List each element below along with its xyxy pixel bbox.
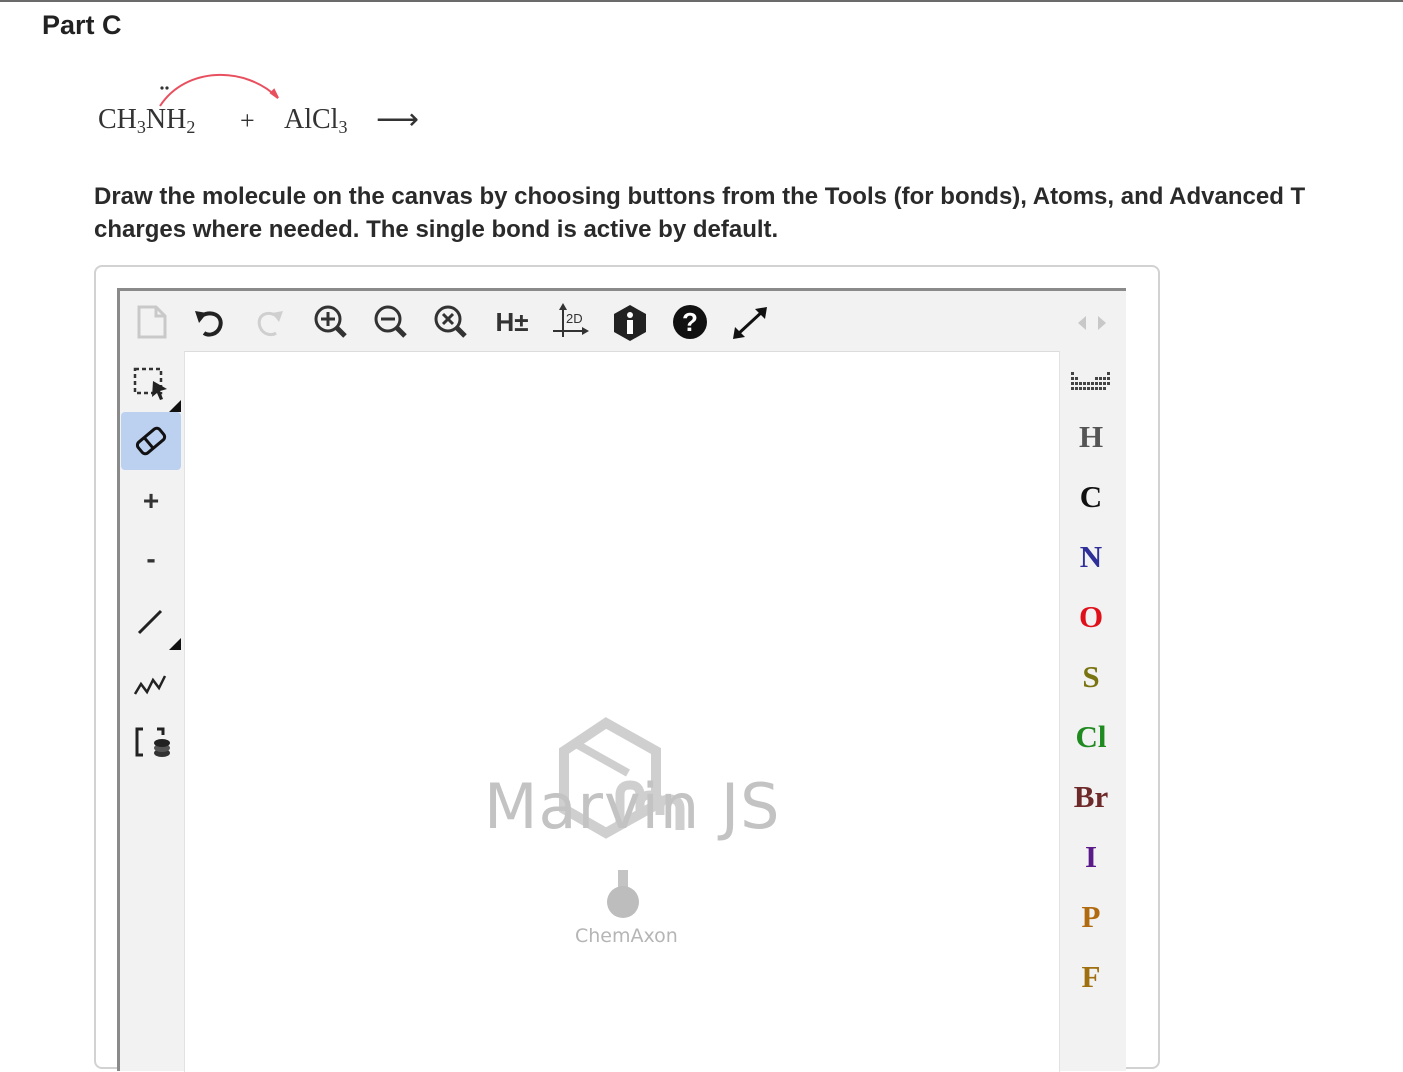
redo-icon[interactable] (250, 302, 290, 342)
zoom-out-icon[interactable] (368, 300, 414, 344)
clean-2d-label: 2D (566, 311, 583, 326)
new-document-icon[interactable] (132, 302, 172, 342)
atom-button-n[interactable]: N (1062, 532, 1120, 582)
chemaxon-flask-icon (607, 870, 639, 918)
sgroup-bracket-button[interactable] (121, 714, 181, 772)
info-icon[interactable] (610, 302, 650, 344)
hydrogen-toggle-button[interactable]: H± (490, 302, 534, 342)
zoom-in-icon[interactable] (308, 300, 354, 344)
help-icon[interactable]: ? (670, 302, 710, 342)
marvin-brand-text: Marvin JS (484, 770, 781, 843)
instructions-line-1: Draw the molecule on the canvas by choos… (94, 183, 1306, 210)
atom-button-cl[interactable]: Cl (1062, 712, 1120, 762)
atom-button-s[interactable]: S (1062, 652, 1120, 702)
top-divider (0, 0, 1403, 2)
atom-button-i[interactable]: I (1062, 832, 1120, 882)
chain-tool-button[interactable] (121, 654, 181, 712)
plus-sign: + (240, 106, 255, 135)
chain-icon (133, 675, 167, 695)
atom-button-f[interactable]: F (1062, 952, 1120, 1002)
reaction-arrow: ⟶ (376, 103, 420, 136)
zoom-fit-icon[interactable] (428, 300, 474, 344)
atom-button-o[interactable]: O (1062, 592, 1120, 642)
part-title: Part C (42, 10, 122, 40)
selection-tool-button[interactable] (121, 354, 181, 412)
periodic-table-icon[interactable] (1066, 362, 1116, 402)
chemaxon-text: ChemAxon (575, 925, 678, 947)
instructions-line-2: charges where needed. The single bond is… (94, 216, 779, 243)
instructions: Draw the molecule on the canvas by choos… (94, 180, 1403, 246)
eraser-tool-button[interactable] (121, 412, 181, 470)
svg-text:?: ? (682, 307, 698, 337)
single-bond-button[interactable] (121, 592, 181, 650)
undo-icon[interactable] (190, 302, 230, 342)
bond-submenu-indicator (169, 638, 181, 650)
toolbar-scroll-arrows-icon[interactable] (1072, 310, 1112, 336)
charge-plus-button[interactable]: + (121, 472, 181, 530)
fullscreen-icon[interactable] (728, 302, 772, 342)
reactant-methylamine: CH3NH2 (98, 104, 196, 137)
reaction-equation: CH3NH2 + AlCl3 ⟶ (96, 68, 456, 148)
clean-2d-button[interactable]: 2D (548, 300, 592, 344)
atom-button-br[interactable]: Br (1062, 772, 1120, 822)
bracket-icon (135, 727, 170, 757)
atom-button-c[interactable]: C (1062, 472, 1120, 522)
reactant-aluminum-chloride: AlCl3 (284, 104, 348, 137)
single-bond-icon (137, 609, 163, 635)
eraser-icon (135, 426, 167, 456)
charge-minus-button[interactable]: - (121, 530, 181, 588)
atom-button-p[interactable]: P (1062, 892, 1120, 942)
atom-button-h[interactable]: H (1062, 412, 1120, 462)
selection-submenu-indicator (169, 400, 181, 412)
